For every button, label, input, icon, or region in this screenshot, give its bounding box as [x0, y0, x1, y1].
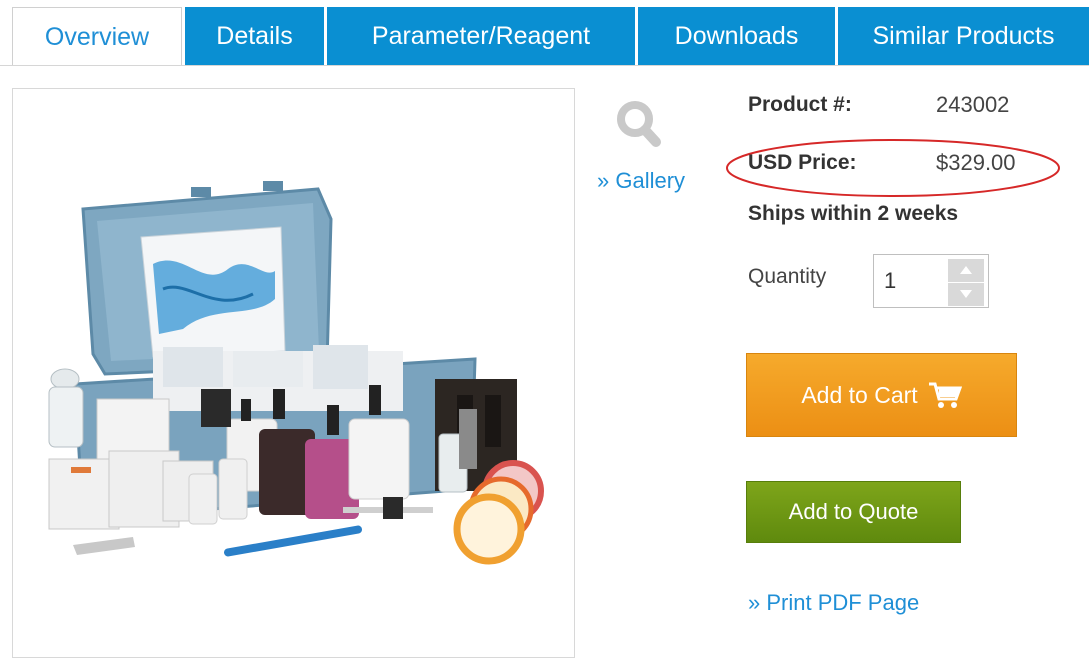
product-image-frame[interactable]	[12, 88, 575, 658]
shopping-cart-icon	[928, 382, 962, 408]
product-tabs: Overview Details Parameter/Reagent Downl…	[0, 0, 1089, 66]
print-pdf-link[interactable]: » Print PDF Page	[748, 590, 919, 616]
product-number-label: Product #:	[748, 93, 852, 116]
magnifier-icon[interactable]	[616, 100, 662, 148]
price-value: $329.00	[936, 150, 1016, 175]
tab-similar-products[interactable]: Similar Products	[838, 7, 1089, 66]
shipping-info: Ships within 2 weeks	[748, 202, 959, 225]
tab-downloads[interactable]: Downloads	[638, 7, 835, 66]
product-image	[48, 181, 544, 565]
tabs-divider	[0, 65, 1089, 66]
quantity-input[interactable]	[876, 257, 952, 305]
product-number-value: 243002	[936, 92, 1010, 117]
tab-parameter-reagent[interactable]: Parameter/Reagent	[327, 7, 635, 66]
quantity-label: Quantity	[748, 265, 827, 288]
price-label: USD Price:	[748, 151, 857, 174]
tab-overview[interactable]: Overview	[12, 7, 182, 66]
quantity-decrement-button[interactable]	[948, 283, 984, 306]
quantity-increment-button[interactable]	[948, 259, 984, 282]
add-to-quote-button[interactable]: Add to Quote	[746, 481, 961, 543]
add-to-cart-button[interactable]: Add to Cart	[746, 353, 1017, 437]
gallery-link[interactable]: » Gallery	[597, 168, 685, 194]
add-to-cart-label: Add to Cart	[801, 381, 918, 408]
caret-down-icon	[960, 290, 972, 298]
tab-details[interactable]: Details	[185, 7, 324, 66]
caret-up-icon	[960, 266, 972, 274]
